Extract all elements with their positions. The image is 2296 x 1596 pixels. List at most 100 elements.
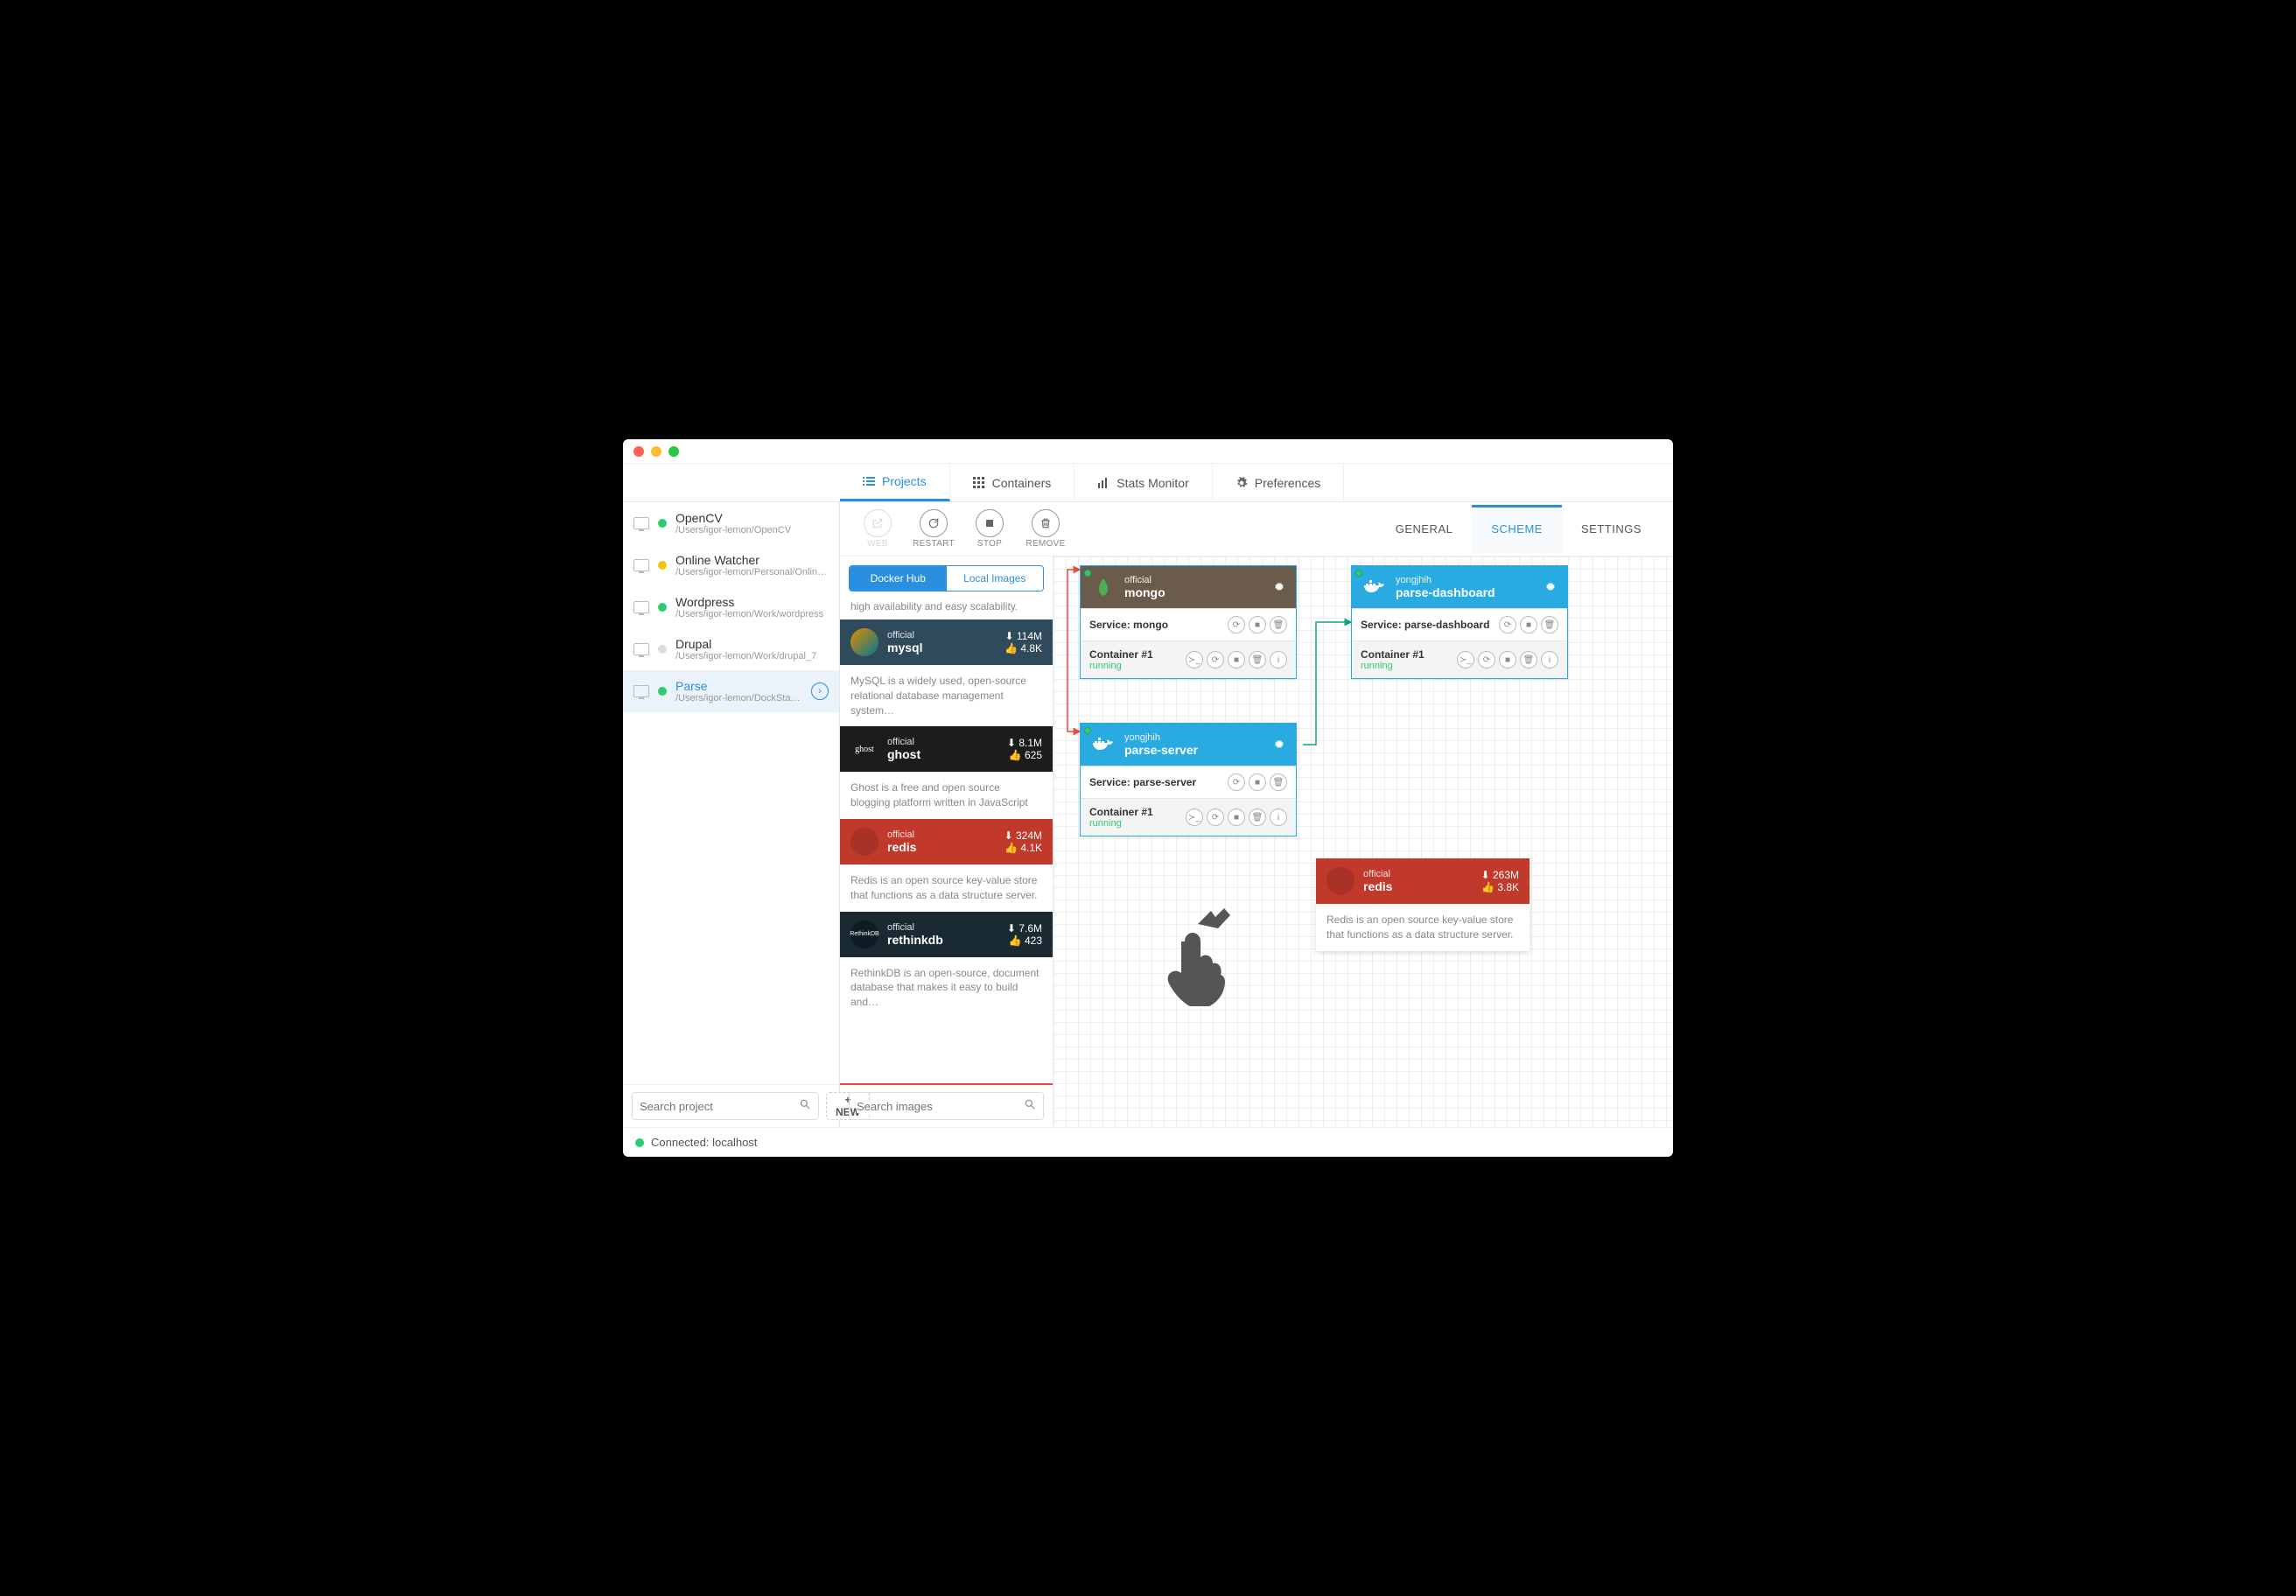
image-search-input[interactable]: [857, 1100, 1024, 1113]
drag-hand-cursor-icon: [1150, 898, 1237, 1003]
stop-icon[interactable]: ■: [1228, 651, 1245, 668]
tab-containers[interactable]: Containers: [950, 464, 1075, 501]
terminal-icon[interactable]: ≻_: [1457, 651, 1474, 668]
image-downloads: ⬇ 114M: [1004, 630, 1042, 642]
image-stars: 👍 625: [1007, 749, 1042, 761]
node-name: mongo: [1124, 585, 1264, 599]
image-publisher: official: [1363, 869, 1473, 879]
image-card-ghost[interactable]: ghost official ghost ⬇ 8.1M 👍 625: [840, 726, 1053, 772]
image-publisher: official: [887, 922, 998, 933]
image-card-rethinkdb[interactable]: RethinkDB official rethinkdb ⬇ 7.6M 👍 42…: [840, 912, 1053, 957]
view-tab-general[interactable]: GENERAL: [1376, 505, 1473, 553]
ghost-icon: ghost: [850, 735, 878, 763]
maximize-window-button[interactable]: [668, 446, 679, 457]
image-description: RethinkDB is an open-source, document da…: [840, 957, 1053, 1018]
refresh-icon[interactable]: ⟳: [1499, 616, 1516, 634]
refresh-icon[interactable]: ⟳: [1228, 774, 1245, 791]
scheme-canvas[interactable]: official mongo Service: mongo ⟳ ■: [1054, 556, 1673, 1127]
terminal-icon[interactable]: ≻_: [1186, 651, 1203, 668]
project-path: /Users/igor-lemon/Work/wordpress: [676, 609, 829, 620]
dragging-image-card-redis[interactable]: official redis ⬇ 263M 👍 3.8K Redis is an…: [1316, 858, 1530, 951]
project-name: OpenCV: [676, 511, 829, 525]
node-header[interactable]: yongjhih parse-server: [1081, 724, 1296, 766]
image-card-redis[interactable]: official redis ⬇ 324M 👍 4.1K: [840, 819, 1053, 864]
project-name: Parse: [676, 679, 802, 693]
view-tab-settings[interactable]: SETTINGS: [1562, 505, 1661, 553]
trash-icon[interactable]: 🗑: [1270, 616, 1287, 634]
image-list[interactable]: high availability and easy scalability. …: [840, 597, 1053, 1083]
barchart-icon: [1097, 477, 1110, 489]
mysql-icon: [850, 628, 878, 656]
refresh-icon[interactable]: ⟳: [1478, 651, 1495, 668]
project-search[interactable]: [632, 1092, 819, 1120]
node-mongo[interactable]: official mongo Service: mongo ⟳ ■: [1080, 565, 1297, 679]
trash-icon[interactable]: 🗑: [1249, 651, 1266, 668]
view-tab-scheme[interactable]: SCHEME: [1472, 505, 1562, 553]
source-local-images[interactable]: Local Images: [947, 566, 1044, 591]
stop-icon: [976, 509, 1004, 537]
image-search[interactable]: [849, 1092, 1044, 1120]
connection-status-dot: [635, 1138, 644, 1147]
gear-icon: [1236, 477, 1248, 489]
refresh-icon[interactable]: ⟳: [1228, 616, 1245, 634]
project-item-online-watcher[interactable]: Online Watcher /Users/igor-lemon/Persona…: [623, 544, 839, 586]
project-item-wordpress[interactable]: Wordpress /Users/igor-lemon/Work/wordpre…: [623, 586, 839, 628]
docker-whale-icon: [1091, 735, 1116, 754]
restart-button[interactable]: RESTART: [908, 509, 959, 549]
close-window-button[interactable]: [634, 446, 644, 457]
project-item-drupal[interactable]: Drupal /Users/igor-lemon/Work/drupal_7: [623, 628, 839, 670]
gear-icon[interactable]: [1273, 738, 1285, 751]
project-item-opencv[interactable]: OpenCV /Users/igor-lemon/OpenCV: [623, 502, 839, 544]
image-card-mysql[interactable]: official mysql ⬇ 114M 👍 4.8K: [840, 620, 1053, 665]
image-downloads: ⬇ 324M: [1004, 830, 1042, 842]
node-status: running: [1089, 661, 1153, 671]
project-item-parse[interactable]: Parse /Users/igor-lemon/DockStation/Pa..…: [623, 670, 839, 712]
terminal-icon[interactable]: ≻_: [1186, 808, 1203, 826]
minimize-window-button[interactable]: [651, 446, 662, 457]
project-list: OpenCV /Users/igor-lemon/OpenCV Online W…: [623, 502, 839, 1084]
monitor-icon: [634, 559, 649, 571]
info-icon[interactable]: i: [1270, 808, 1287, 826]
stop-icon[interactable]: ■: [1249, 774, 1266, 791]
refresh-icon[interactable]: ⟳: [1207, 651, 1224, 668]
tab-label: Preferences: [1255, 476, 1320, 490]
tab-projects[interactable]: Projects: [840, 464, 950, 501]
monitor-icon: [634, 517, 649, 529]
node-parse-dashboard[interactable]: yongjhih parse-dashboard Service: parse-…: [1351, 565, 1568, 679]
node-container-row: Container #1 running ≻_ ⟳ ■ 🗑 i: [1081, 640, 1296, 678]
trash-icon[interactable]: 🗑: [1270, 774, 1287, 791]
project-name: Wordpress: [676, 595, 829, 609]
trash-icon: [1032, 509, 1060, 537]
trash-icon[interactable]: 🗑: [1520, 651, 1537, 668]
gear-icon[interactable]: [1544, 581, 1557, 593]
node-header[interactable]: yongjhih parse-dashboard: [1352, 566, 1567, 608]
tool-label: WEB: [867, 539, 888, 549]
source-docker-hub[interactable]: Docker Hub: [850, 566, 947, 591]
stop-icon[interactable]: ■: [1499, 651, 1516, 668]
trash-icon[interactable]: 🗑: [1249, 808, 1266, 826]
stop-icon[interactable]: ■: [1228, 808, 1245, 826]
project-search-input[interactable]: [640, 1100, 794, 1113]
tab-stats-monitor[interactable]: Stats Monitor: [1074, 464, 1212, 501]
stop-button[interactable]: STOP: [964, 509, 1015, 549]
node-header[interactable]: official mongo: [1081, 566, 1296, 608]
redis-icon: [850, 828, 878, 856]
info-icon[interactable]: i: [1270, 651, 1287, 668]
node-publisher: official: [1124, 575, 1264, 585]
info-icon[interactable]: i: [1541, 651, 1558, 668]
stop-icon[interactable]: ■: [1520, 616, 1537, 634]
image-source-toggle: Docker Hub Local Images: [849, 565, 1044, 592]
trash-icon[interactable]: 🗑: [1541, 616, 1558, 634]
node-service-row: Service: parse-dashboard ⟳ ■ 🗑: [1352, 608, 1567, 640]
project-name: Online Watcher: [676, 553, 829, 567]
chevron-right-icon: ›: [811, 682, 829, 700]
redis-icon: [1326, 867, 1354, 895]
remove-button[interactable]: REMOVE: [1020, 509, 1071, 549]
refresh-icon[interactable]: ⟳: [1207, 808, 1224, 826]
stop-icon[interactable]: ■: [1249, 616, 1266, 634]
node-parse-server[interactable]: yongjhih parse-server Service: parse-ser…: [1080, 723, 1297, 836]
monitor-icon: [634, 643, 649, 655]
gear-icon[interactable]: [1273, 581, 1285, 593]
tab-preferences[interactable]: Preferences: [1213, 464, 1344, 501]
node-container-label: Container #1: [1089, 648, 1153, 661]
